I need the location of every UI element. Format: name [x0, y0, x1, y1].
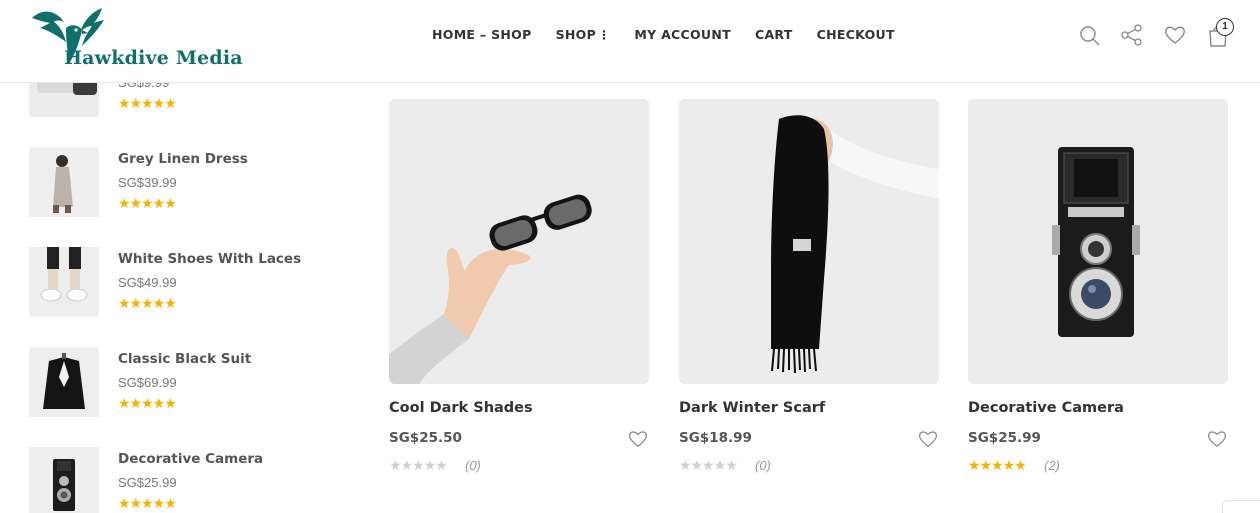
product-name[interactable]: Decorative Camera — [118, 451, 263, 467]
product-card[interactable]: Dark Winter Scarf SG$18.99 ★★★★★ (0) — [679, 99, 939, 479]
more-vertical-icon: ⋮ — [598, 28, 611, 42]
product-name[interactable]: Grey Linen Dress — [118, 151, 248, 167]
rating-stars: ★★★★★ — [968, 457, 1027, 473]
list-item[interactable]: Grey Linen Dress SG$39.99 ★★★★★ — [29, 147, 359, 217]
wishlist-heart-icon[interactable] — [917, 428, 939, 448]
product-price: SG$39.99 — [118, 175, 177, 190]
product-price: SG$69.99 — [118, 375, 177, 390]
product-price: SG$25.99 — [118, 475, 177, 490]
rating-stars: ★★★★★ — [118, 295, 177, 311]
product-image[interactable] — [968, 99, 1228, 384]
search-icon[interactable] — [1078, 22, 1102, 48]
main-nav: HOME – SHOP SHOP ⋮ MY ACCOUNT CART CHECKO… — [432, 27, 895, 42]
nav-shop[interactable]: SHOP ⋮ — [556, 27, 611, 42]
list-item[interactable]: Decorative Camera SG$25.99 ★★★★★ — [29, 447, 359, 513]
product-thumbnail[interactable] — [29, 347, 99, 417]
product-price: SG$18.99 — [679, 430, 752, 446]
brand-logo[interactable]: Hawkdive Media — [30, 6, 243, 69]
nav-shop-label: SHOP — [555, 27, 597, 42]
rating-count: (2) — [1044, 458, 1060, 473]
rating-count: (0) — [755, 458, 771, 473]
cart-count-badge[interactable]: 1 — [1216, 18, 1234, 36]
floating-widget[interactable] — [1222, 500, 1260, 513]
brand-name: Hawkdive Media — [64, 47, 243, 69]
product-name[interactable]: Dark Winter Scarf — [679, 400, 825, 416]
product-thumbnail[interactable] — [29, 147, 99, 217]
product-name[interactable]: Decorative Camera — [968, 400, 1124, 416]
wishlist-heart-icon[interactable] — [627, 428, 649, 448]
rating-stars: ★★★★★ — [118, 195, 177, 211]
rating-stars: ★★★★★ — [118, 395, 177, 411]
product-image[interactable] — [679, 99, 939, 384]
rating-count: (0) — [465, 458, 481, 473]
product-name[interactable]: Cool Dark Shades — [389, 400, 533, 416]
nav-home-shop[interactable]: HOME – SHOP — [432, 27, 532, 42]
rating-stars: ★★★★★ — [118, 495, 177, 511]
product-thumbnail[interactable] — [29, 247, 99, 317]
nav-my-account[interactable]: MY ACCOUNT — [634, 27, 731, 42]
rating-stars: ★★★★★ — [389, 457, 448, 473]
wishlist-heart-icon[interactable] — [1206, 428, 1228, 448]
header-icons — [1078, 22, 1238, 52]
product-card[interactable]: Cool Dark Shades SG$25.50 ★★★★★ (0) — [389, 99, 649, 479]
product-name[interactable]: White Shoes With Laces — [118, 251, 301, 267]
product-price: SG$25.50 — [389, 430, 462, 446]
heart-icon[interactable] — [1163, 22, 1187, 48]
share-icon[interactable] — [1120, 22, 1144, 48]
product-price: SG$49.99 — [118, 275, 177, 290]
nav-cart[interactable]: CART — [755, 27, 793, 42]
product-image[interactable] — [389, 99, 649, 384]
product-name[interactable]: Classic Black Suit — [118, 351, 251, 367]
rating-stars: ★★★★★ — [679, 457, 738, 473]
rating-stars: ★★★★★ — [118, 95, 177, 111]
product-thumbnail[interactable] — [29, 447, 99, 513]
list-item[interactable]: White Shoes With Laces SG$49.99 ★★★★★ — [29, 247, 359, 317]
product-price: SG$25.99 — [968, 430, 1041, 446]
nav-checkout[interactable]: CHECKOUT — [817, 27, 895, 42]
list-item[interactable]: Classic Black Suit SG$69.99 ★★★★★ — [29, 347, 359, 417]
product-card[interactable]: Decorative Camera SG$25.99 ★★★★★ (2) — [968, 99, 1228, 479]
site-header: Hawkdive Media HOME – SHOP SHOP ⋮ MY ACCO… — [0, 0, 1260, 83]
